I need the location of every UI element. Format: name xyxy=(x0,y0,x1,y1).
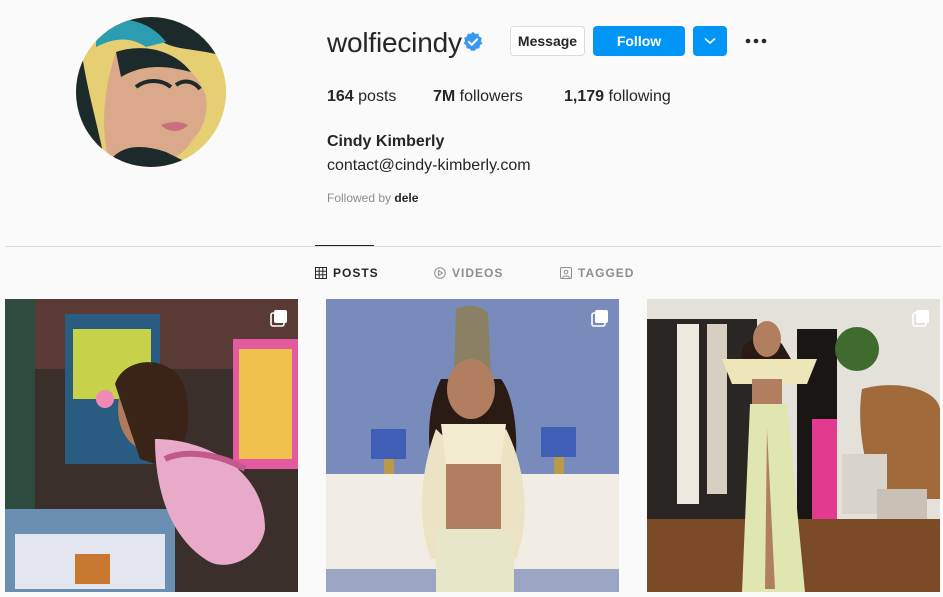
tab-videos[interactable]: VIDEOS xyxy=(434,266,503,280)
posts-count-value: 164 xyxy=(327,88,354,105)
play-circle-icon xyxy=(434,267,446,279)
post-photo-arcade xyxy=(5,299,298,592)
multiple-photos-icon xyxy=(591,310,608,327)
profile-full-name: Cindy Kimberly xyxy=(327,133,445,150)
tab-posts-label: POSTS xyxy=(333,266,379,280)
verified-badge-icon xyxy=(463,31,483,51)
followers-count-label: followers xyxy=(455,88,523,105)
post-thumbnail[interactable] xyxy=(5,299,298,592)
message-button[interactable]: Message xyxy=(510,26,585,56)
tab-tagged-label: TAGGED xyxy=(578,266,635,280)
followers-count-value: 7M xyxy=(433,88,456,105)
tab-videos-label: VIDEOS xyxy=(452,266,504,280)
more-horizontal-icon[interactable] xyxy=(744,34,768,48)
followed-by-prefix: Followed by xyxy=(327,191,395,205)
chevron-down-icon xyxy=(704,37,716,45)
suggested-accounts-button[interactable] xyxy=(693,26,727,56)
follow-button[interactable]: Follow xyxy=(593,26,685,56)
active-tab-indicator xyxy=(315,245,374,246)
followed-by-user[interactable]: dele xyxy=(394,191,418,205)
followers-link[interactable]: 7M followers xyxy=(433,88,523,106)
following-count-label: following xyxy=(604,88,671,105)
post-thumbnail[interactable] xyxy=(647,299,940,592)
post-photo-wardrobe xyxy=(647,299,940,592)
tag-user-icon xyxy=(560,267,572,279)
following-link[interactable]: 1,179 following xyxy=(564,88,671,106)
following-count-value: 1,179 xyxy=(564,88,605,105)
profile-bio: contact@cindy-kimberly.com xyxy=(327,157,531,174)
posts-count-label: posts xyxy=(353,88,397,105)
post-thumbnail[interactable] xyxy=(326,299,619,592)
posts-count: 164 posts xyxy=(327,88,396,106)
profile-avatar[interactable] xyxy=(76,17,226,167)
multiple-photos-icon xyxy=(912,310,929,327)
grid-icon xyxy=(315,267,327,279)
profile-username: wolfiecindy xyxy=(327,27,462,58)
multiple-photos-icon xyxy=(270,310,287,327)
tab-tagged[interactable]: TAGGED xyxy=(560,266,634,280)
followed-by[interactable]: Followed by dele xyxy=(327,191,418,205)
post-photo-chapel xyxy=(326,299,619,592)
tabs-divider xyxy=(5,246,941,247)
avatar-illustration xyxy=(76,17,226,167)
tab-posts[interactable]: POSTS xyxy=(315,266,379,280)
